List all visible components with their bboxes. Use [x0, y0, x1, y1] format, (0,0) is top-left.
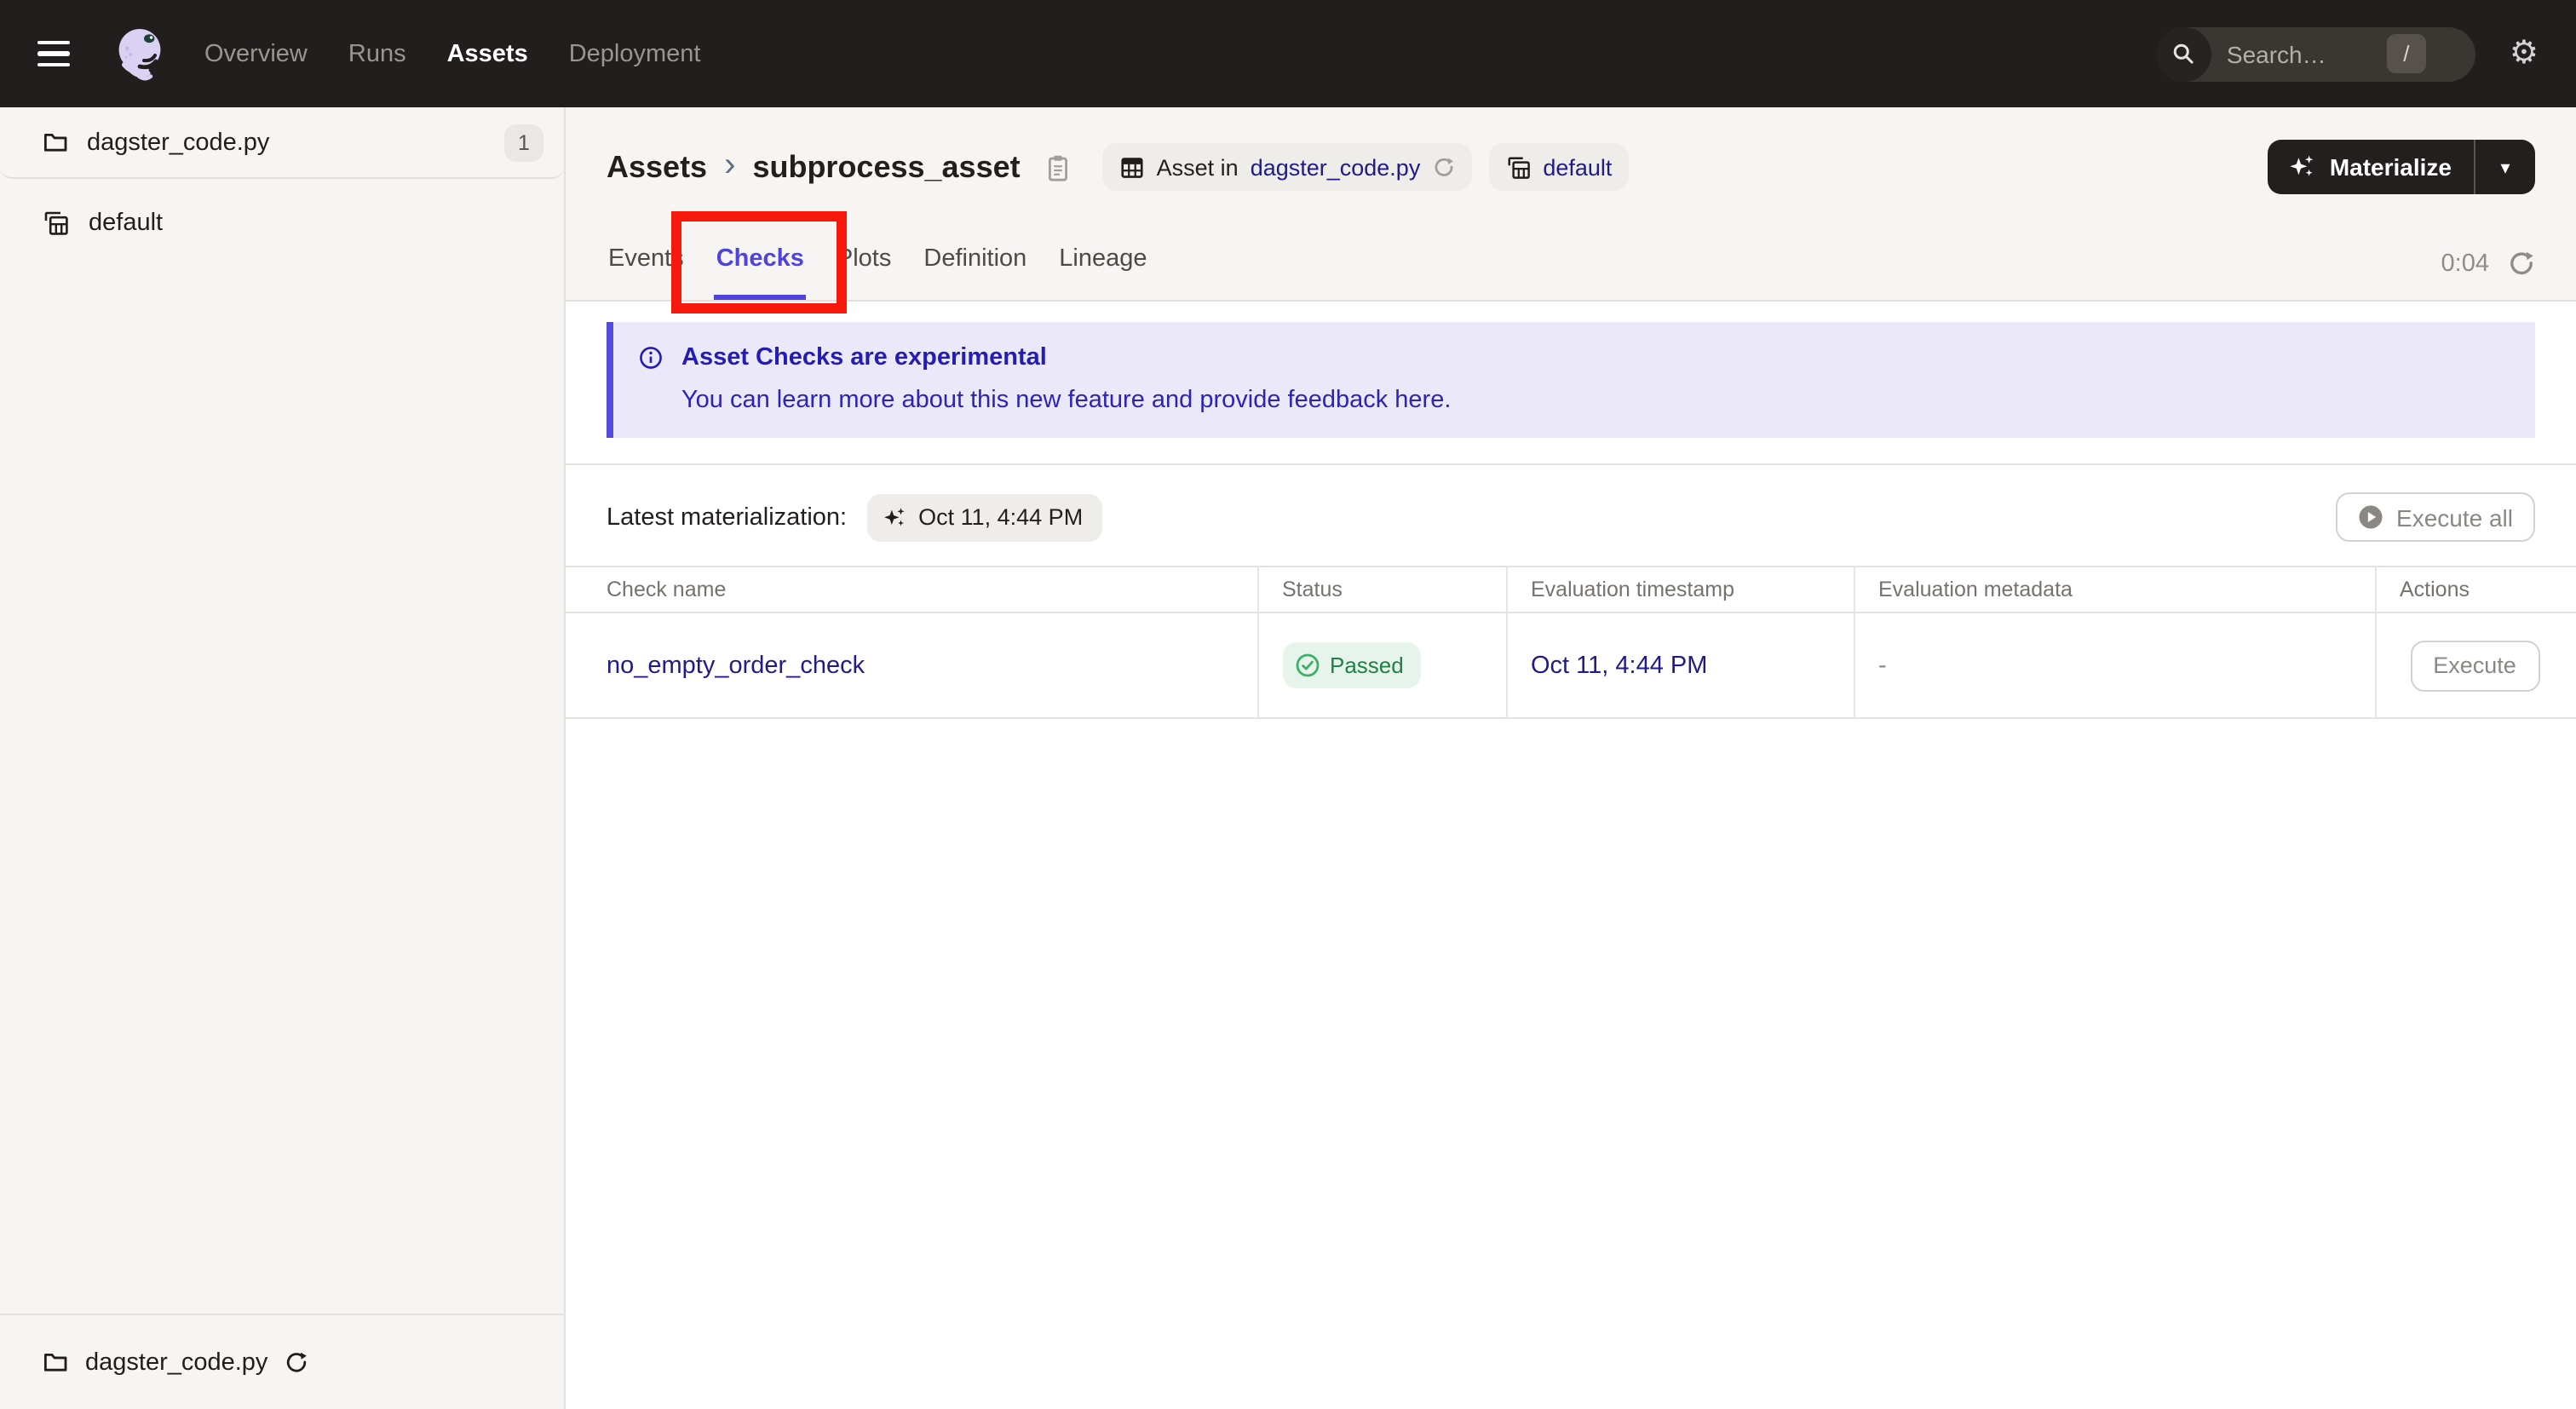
- asset-group-icon: [44, 211, 68, 235]
- refresh-icon: [2510, 251, 2533, 275]
- code-location-link[interactable]: dagster_code.py: [1251, 154, 1421, 180]
- page-title: subprocess_asset: [752, 149, 1021, 183]
- sidebar-item-label: default: [89, 210, 164, 237]
- nav-link-deployment[interactable]: Deployment: [569, 40, 701, 67]
- group-badge[interactable]: default: [1488, 143, 1630, 191]
- status-badge: Passed: [1282, 642, 1421, 688]
- asset-group-icon: [1507, 156, 1530, 178]
- here-link[interactable]: here: [1394, 387, 1444, 414]
- materialize-label: Materialize: [2329, 153, 2452, 181]
- refresh-button[interactable]: [2508, 250, 2535, 278]
- metadata-value: -: [1878, 652, 1887, 679]
- tab-lineage[interactable]: Lineage: [1057, 245, 1148, 300]
- asset-header: Assets › subprocess_asset Asset in dagst…: [566, 107, 2576, 302]
- folder-icon: [43, 1353, 67, 1372]
- column-evaluation-timestamp: Evaluation timestamp: [1506, 566, 1854, 613]
- chevron-down-icon: ▾: [2500, 158, 2510, 178]
- breadcrumb: Assets › subprocess_asset: [607, 147, 1072, 187]
- breadcrumb-chevron-icon: ›: [724, 146, 736, 183]
- sparkle-icon: [884, 507, 905, 526]
- play-circle-icon: [2358, 505, 2382, 529]
- empty-area: [566, 719, 2576, 1409]
- breadcrumb-assets-link[interactable]: Assets: [607, 149, 707, 185]
- experimental-banner: Asset Checks are experimental You can le…: [607, 322, 2535, 438]
- check-circle-icon: [1295, 653, 1319, 677]
- refresh-timer: 0:04: [2441, 250, 2489, 278]
- materialize-split-button: Materialize ▾: [2268, 140, 2535, 194]
- latest-materialization-badge[interactable]: Oct 11, 4:44 PM: [867, 493, 1102, 541]
- slash-shortcut-badge: /: [2386, 34, 2426, 73]
- sidebar-item-code-location[interactable]: dagster_code.py 1: [0, 107, 564, 179]
- dagster-logo: [118, 28, 161, 80]
- refresh-icon[interactable]: [1432, 156, 1454, 178]
- asset-definition-badge[interactable]: Asset in dagster_code.py: [1101, 143, 1472, 191]
- gear-icon[interactable]: ⚙: [2510, 37, 2539, 70]
- tab-definition[interactable]: Definition: [922, 245, 1028, 300]
- search-icon: [2156, 26, 2211, 81]
- hamburger-icon: [37, 40, 70, 45]
- banner-body: You can learn more about this new featur…: [681, 387, 1452, 414]
- sparkle-icon: [2291, 155, 2314, 176]
- tab-plots[interactable]: Plots: [835, 245, 894, 300]
- column-evaluation-metadata: Evaluation metadata: [1854, 566, 2376, 613]
- sidebar: dagster_code.py 1 default dagster_code.p…: [0, 107, 566, 1409]
- sidebar-footer-code-location[interactable]: dagster_code.py: [0, 1314, 564, 1409]
- top-nav-bar: Overview Runs Assets Deployment / ⚙: [0, 0, 2576, 107]
- tab-events[interactable]: Events: [607, 245, 686, 300]
- latest-materialization-label: Latest materialization:: [607, 503, 848, 531]
- column-status: Status: [1257, 566, 1507, 613]
- nav-link-overview[interactable]: Overview: [204, 40, 308, 67]
- execute-all-button[interactable]: Execute all: [2335, 492, 2535, 542]
- banner-title: Asset Checks are experimental: [681, 344, 1047, 371]
- nav-link-assets[interactable]: Assets: [447, 40, 528, 67]
- execute-button[interactable]: Execute: [2410, 640, 2539, 691]
- nav-link-runs[interactable]: Runs: [348, 40, 406, 67]
- asset-in-label: Asset in: [1156, 154, 1239, 180]
- checks-table: Check name Status Evaluation timestamp E…: [566, 566, 2576, 719]
- evaluation-timestamp-link[interactable]: Oct 11, 4:44 PM: [1531, 652, 1707, 679]
- search-input[interactable]: [2226, 40, 2383, 67]
- sidebar-footer-label: dagster_code.py: [85, 1349, 268, 1376]
- primary-nav: Overview Runs Assets Deployment: [204, 40, 700, 67]
- info-icon: [640, 347, 662, 369]
- folder-icon: [43, 133, 67, 152]
- asset-tabs: Events Checks Plots Definition Lineage: [607, 245, 1149, 300]
- column-actions: Actions: [2375, 566, 2576, 613]
- asset-count-badge: 1: [504, 124, 543, 161]
- refresh-icon[interactable]: [285, 1350, 308, 1374]
- materialize-dropdown-button[interactable]: ▾: [2475, 140, 2535, 194]
- search-box[interactable]: /: [2156, 26, 2475, 81]
- sidebar-item-default-group[interactable]: default: [0, 179, 564, 257]
- tab-checks[interactable]: Checks: [714, 245, 806, 300]
- menu-button[interactable]: [27, 25, 85, 83]
- materialize-button[interactable]: Materialize: [2268, 140, 2474, 194]
- group-link[interactable]: default: [1543, 154, 1612, 180]
- check-name-link[interactable]: no_empty_order_check: [607, 652, 865, 679]
- main-panel: Assets › subprocess_asset Asset in dagst…: [566, 107, 2576, 1409]
- copy-icon[interactable]: [1044, 152, 1072, 181]
- latest-materialization-timestamp: Oct 11, 4:44 PM: [918, 504, 1084, 530]
- column-check-name: Check name: [566, 566, 1258, 613]
- table-icon: [1121, 157, 1143, 177]
- table-row: no_empty_order_check Passed Oct 11, 4:44…: [566, 612, 2576, 719]
- sidebar-item-label: dagster_code.py: [87, 129, 270, 156]
